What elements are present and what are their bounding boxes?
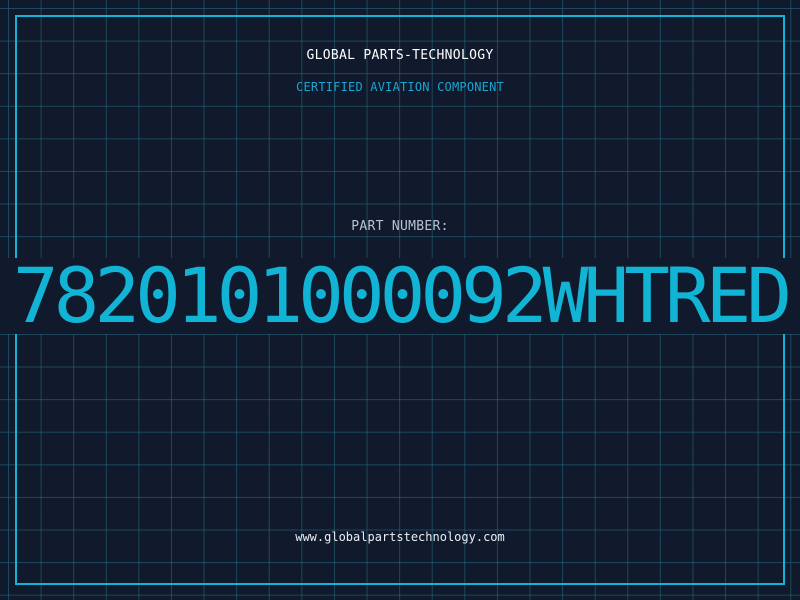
part-number-label: PART NUMBER: bbox=[351, 219, 449, 234]
part-number-value: 7820101000092WHTRED bbox=[12, 258, 792, 334]
website-url: www.globalpartstechnology.com bbox=[295, 530, 505, 544]
part-number-band: 7820101000092WHTRED bbox=[0, 258, 800, 334]
company-name: GLOBAL PARTS-TECHNOLOGY bbox=[306, 48, 494, 63]
tagline: CERTIFIED AVIATION COMPONENT bbox=[296, 80, 504, 94]
